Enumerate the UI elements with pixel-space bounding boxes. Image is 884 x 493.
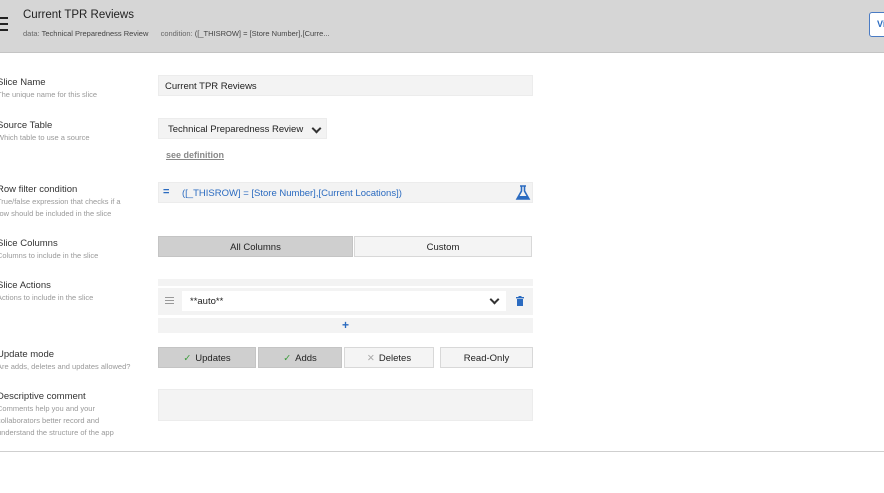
divider: [0, 451, 884, 452]
all-columns-option[interactable]: All Columns: [158, 236, 353, 257]
x-icon: ✕: [366, 353, 375, 364]
slice-columns-label: Slice Columns: [0, 238, 58, 249]
source-table-desc: Which table to use a source: [0, 133, 90, 142]
slice-actions-desc: Actions to include in the slice: [0, 293, 94, 302]
slice-actions-label: Slice Actions: [0, 280, 51, 291]
see-definition-link[interactable]: see definition: [166, 150, 224, 160]
data-key: data:: [23, 29, 40, 38]
data-value: Technical Preparedness Review: [41, 29, 149, 38]
equals-icon[interactable]: =: [163, 186, 169, 198]
chevron-down-icon: [489, 294, 500, 305]
read-only-toggle[interactable]: Read-Only: [440, 347, 533, 368]
check-icon: ✓: [283, 353, 292, 364]
condition-key: condition:: [160, 29, 193, 38]
slice-name-label: Slice Name: [0, 77, 46, 88]
update-mode-desc: Are adds, deletes and updates allowed?: [0, 362, 131, 371]
hamburger-menu-icon[interactable]: [0, 17, 8, 31]
row-filter-expression: ([_THISROW] = [Store Number],[Current Lo…: [182, 188, 402, 199]
row-filter-input[interactable]: = ([_THISROW] = [Store Number],[Current …: [158, 182, 533, 203]
deletes-label: Deletes: [378, 353, 412, 364]
adds-toggle[interactable]: ✓ Adds: [258, 347, 342, 368]
slice-name-desc: The unique name for this slice: [0, 90, 98, 99]
chevron-down-icon: [311, 123, 322, 134]
updates-label: Updates: [195, 353, 231, 364]
adds-label: Adds: [295, 353, 317, 364]
updates-toggle[interactable]: ✓ Updates: [158, 347, 256, 368]
source-table-value: Technical Preparedness Review: [168, 124, 304, 135]
custom-columns-option[interactable]: Custom: [354, 236, 532, 257]
source-table-select[interactable]: Technical Preparedness Review: [158, 118, 327, 139]
flask-icon[interactable]: [513, 184, 533, 202]
row-filter-desc-1: True/false expression that checks if a: [0, 197, 121, 206]
comment-desc-3: understand the structure of the app: [0, 428, 114, 437]
update-mode-label: Update mode: [0, 349, 55, 360]
read-only-label: Read-Only: [463, 353, 510, 364]
drag-handle-icon[interactable]: [165, 297, 174, 306]
slice-columns-desc: Columns to include in the slice: [0, 251, 99, 260]
view-button[interactable]: Vi: [869, 12, 884, 37]
slice-name-input[interactable]: Current TPR Reviews: [158, 75, 533, 96]
action-select-value: **auto**: [190, 296, 224, 307]
action-list-item: **auto**: [158, 288, 533, 315]
actions-list-header: [158, 279, 533, 286]
trash-icon[interactable]: [516, 296, 524, 306]
check-icon: ✓: [183, 353, 192, 364]
page-title: Current TPR Reviews: [23, 9, 134, 21]
row-filter-desc-2: row should be included in the slice: [0, 209, 112, 218]
comment-desc-1: Comments help you and your: [0, 404, 95, 413]
comment-label: Descriptive comment: [0, 391, 86, 402]
row-filter-label: Row filter condition: [0, 184, 78, 195]
action-select[interactable]: **auto**: [182, 291, 506, 311]
add-action-button[interactable]: +: [158, 318, 533, 333]
slice-summary: data: Technical Preparedness Review cond…: [23, 29, 330, 38]
source-table-label: Source Table: [0, 120, 53, 131]
comment-textarea[interactable]: [158, 389, 533, 421]
deletes-toggle[interactable]: ✕ Deletes: [344, 347, 434, 368]
condition-value: ([_THISROW] = [Store Number],[Curre...: [194, 29, 330, 38]
slice-header: Current TPR Reviews data: Technical Prep…: [0, 0, 884, 53]
comment-desc-2: collaborators better record and: [0, 416, 100, 425]
